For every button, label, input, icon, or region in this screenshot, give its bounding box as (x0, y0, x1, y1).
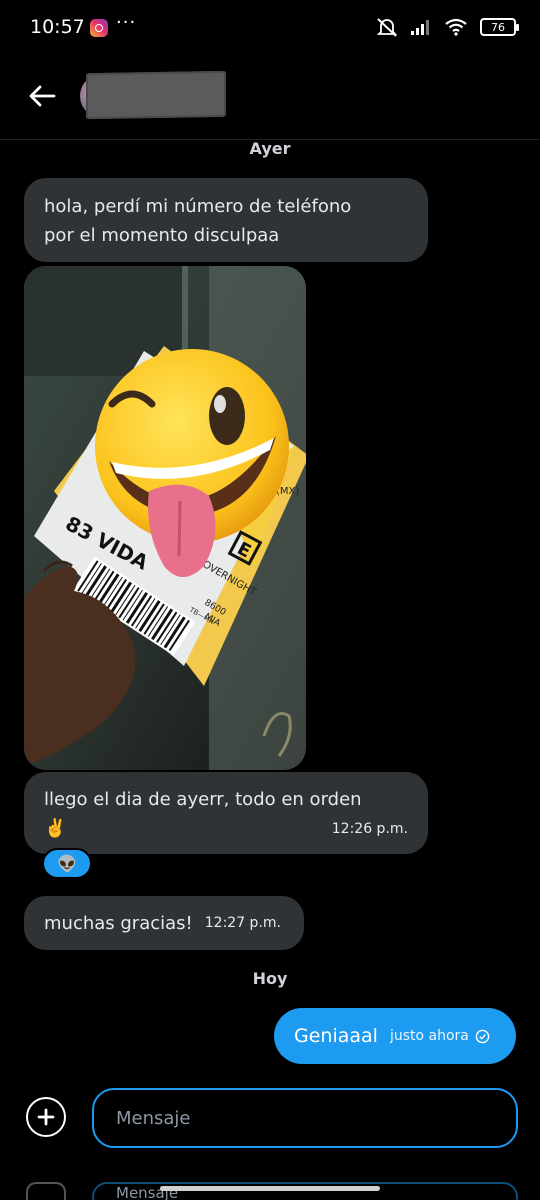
ghost-plus-icon (26, 1182, 66, 1200)
photo-message[interactable]: 83 VIDA OVERNIGHT (MX) E TB—MX 8600 MIA (24, 266, 306, 770)
message-bubble-incoming[interactable]: muchas gracias! 12:27 p.m. (24, 896, 304, 950)
arrow-left-icon (29, 85, 56, 107)
battery-icon: 76 (480, 18, 519, 36)
message-text: Geniaaal (294, 1025, 378, 1047)
check-circle-icon (475, 1029, 490, 1043)
plus-icon (37, 1108, 55, 1126)
message-bubble-incoming[interactable]: hola, perdí mi número de teléfono por el… (24, 178, 428, 262)
status-bar: 10:57 ··· 76 (0, 0, 540, 56)
message-bubble-incoming[interactable]: llego el dia de ayerr, todo en orden ✌️ … (24, 772, 428, 854)
back-button[interactable] (22, 76, 62, 116)
more-notifications-icon: ··· (116, 12, 137, 33)
message-text: hola, perdí mi número de teléfono (44, 196, 352, 217)
instagram-notification-icon (90, 19, 108, 37)
message-time: 12:26 p.m. (331, 820, 408, 837)
status-time: 10:57 (30, 16, 85, 38)
home-indicator[interactable] (160, 1186, 380, 1191)
wifi-icon (445, 18, 467, 36)
package-photo: 83 VIDA OVERNIGHT (MX) E TB—MX 8600 MIA (24, 266, 306, 770)
message-text: por el momento disculpaa (44, 225, 280, 246)
ghost-composer: Mensaje (0, 1182, 540, 1200)
victory-hand-emoji: ✌️ (44, 818, 67, 839)
signal-icon (411, 20, 429, 35)
status-icons: 76 (376, 17, 519, 37)
message-time: justo ahora (389, 1028, 469, 1044)
message-time: 12:27 p.m. (204, 915, 281, 931)
mute-icon (376, 18, 398, 37)
message-input[interactable] (92, 1088, 518, 1148)
date-separator-yesterday: Ayer (249, 139, 291, 158)
message-reaction-alien[interactable]: 👽 (42, 848, 92, 879)
message-text: llego el dia de ayerr, todo en orden (44, 789, 362, 810)
contact-name-redacted[interactable] (86, 70, 226, 120)
conversation-header (0, 56, 540, 140)
date-separator-today: Hoy (252, 969, 288, 988)
message-text: muchas gracias! (44, 912, 193, 934)
add-attachment-button[interactable] (26, 1097, 66, 1137)
message-bubble-outgoing[interactable]: Geniaaal justo ahora (274, 1008, 516, 1064)
